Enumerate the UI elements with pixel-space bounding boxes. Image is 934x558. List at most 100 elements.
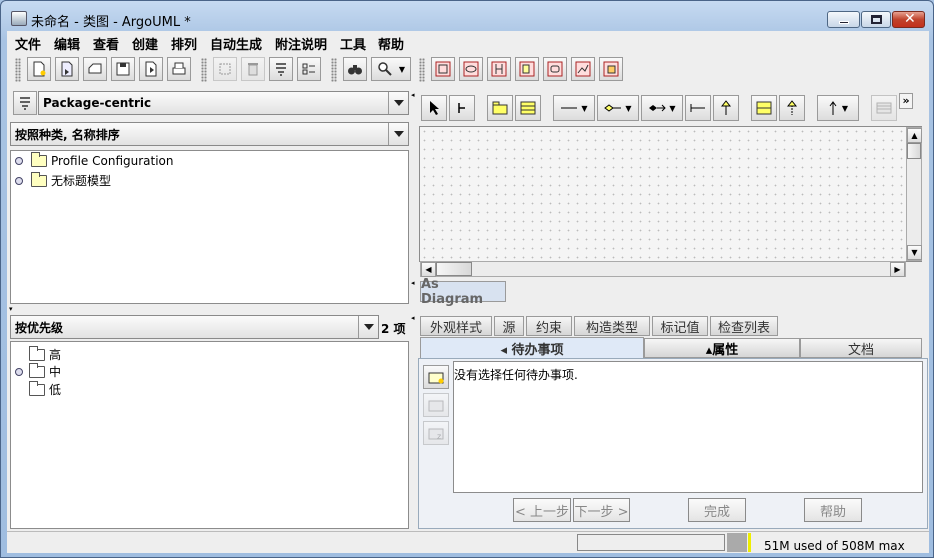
horizontal-scroll-thumb[interactable] [436, 262, 472, 276]
composition-tool-button[interactable]: ▼ [641, 95, 683, 121]
attribute-tool-button[interactable] [871, 95, 897, 121]
settings-list-button[interactable] [297, 57, 321, 81]
next-step-button[interactable]: 下一步 > [573, 498, 630, 522]
close-icon: ✕ [904, 11, 916, 27]
menu-arrange[interactable]: 排列 [171, 34, 197, 53]
delete-button[interactable] [241, 57, 265, 81]
explorer-tree: Profile Configuration 无标题模型 [10, 150, 409, 304]
tab-source[interactable]: 源 [494, 316, 524, 336]
toolbar-grip[interactable] [419, 58, 425, 82]
toolbar-grip[interactable] [331, 58, 337, 82]
realization-tool-button[interactable] [779, 95, 805, 121]
overflow-chevron-icon[interactable]: » [899, 93, 913, 109]
menu-view[interactable]: 查看 [93, 34, 119, 53]
print-button[interactable] [167, 57, 191, 81]
tab-documentation[interactable]: 文档 [800, 338, 922, 358]
association-tool-button[interactable]: ▼ [553, 95, 595, 121]
tab-stereotype[interactable]: 构造类型 [574, 316, 650, 336]
save-as-button[interactable] [111, 57, 135, 81]
tab-tagged-values[interactable]: 标记值 [652, 316, 708, 336]
package-tool-button[interactable] [487, 95, 513, 121]
toolbar-grip[interactable] [201, 58, 207, 82]
menu-help[interactable]: 帮助 [378, 34, 404, 53]
save-project-button[interactable] [83, 57, 107, 81]
explorer-config-button[interactable] [13, 91, 37, 115]
close-button[interactable]: ✕ [892, 11, 925, 28]
tree-item[interactable]: 高 [29, 345, 61, 363]
scroll-down-icon[interactable]: ▼ [907, 245, 922, 260]
menu-critique[interactable]: 附注说明 [275, 34, 327, 53]
ordering-select[interactable]: 按照种类, 名称排序 [10, 122, 409, 146]
splitter-arrow-icon[interactable]: ◂ [411, 279, 417, 287]
tab-checklist[interactable]: 检查列表 [710, 316, 778, 336]
splitter-arrow-icon[interactable]: ▾ [9, 305, 15, 313]
interface-tool-button[interactable] [751, 95, 777, 121]
tree-item[interactable]: 无标题模型 [15, 171, 112, 189]
tab-constraints[interactable]: 约束 [526, 316, 572, 336]
navigate-up-button[interactable] [269, 57, 293, 81]
new-sequence-diagram-button[interactable] [487, 57, 511, 81]
chevron-down-icon[interactable] [388, 92, 408, 114]
new-class-diagram-button[interactable] [431, 57, 455, 81]
tab-todo-items[interactable]: ◂ 待办事项 [420, 337, 644, 359]
zoom-button[interactable]: ▼ [371, 57, 411, 81]
scroll-up-icon[interactable]: ▲ [907, 128, 922, 143]
broom-tool-button[interactable] [449, 95, 475, 121]
tree-expand-icon[interactable] [15, 157, 23, 165]
minimize-button[interactable] [827, 11, 860, 28]
new-statechart-diagram-button[interactable] [543, 57, 567, 81]
tree-item[interactable]: Profile Configuration [15, 152, 174, 168]
toolbar-grip[interactable] [15, 58, 21, 82]
todo-ordering-select[interactable]: 按优先级 [10, 315, 379, 339]
chevron-down-icon[interactable] [358, 316, 378, 338]
splitter-arrow-icon[interactable]: ◂ [411, 314, 417, 322]
finish-button[interactable]: 完成 [688, 498, 746, 522]
resolve-todo-button[interactable] [423, 393, 449, 417]
diagram-canvas[interactable] [419, 126, 922, 262]
vertical-scroll-thumb[interactable] [907, 143, 921, 159]
dependency-tool-button[interactable] [685, 95, 711, 121]
new-deployment-diagram-button[interactable] [599, 57, 623, 81]
menu-file[interactable]: 文件 [15, 34, 41, 53]
tab-presentation[interactable]: 外观样式 [420, 316, 492, 336]
perspective-value: Package-centric [43, 96, 152, 110]
menu-tools[interactable]: 工具 [340, 34, 366, 53]
select-tool-button[interactable] [421, 95, 447, 121]
new-project-button[interactable] [27, 57, 51, 81]
tree-item[interactable]: 中 [15, 362, 61, 380]
tab-properties[interactable]: ▴属性 [644, 338, 800, 358]
select-icon [219, 63, 231, 75]
class-tool-button[interactable] [515, 95, 541, 121]
menu-generate[interactable]: 自动生成 [210, 34, 262, 53]
more-relations-button[interactable]: ▼ [817, 95, 859, 121]
find-button[interactable] [343, 57, 367, 81]
perspective-select[interactable]: Package-centric [38, 91, 409, 115]
horizontal-scrollbar[interactable]: ◀ ▶ [420, 261, 906, 277]
tree-expand-icon[interactable] [15, 176, 23, 185]
new-activity-diagram-button[interactable] [571, 57, 595, 81]
tree-expand-icon[interactable] [15, 367, 23, 376]
maximize-button[interactable] [861, 11, 891, 28]
menu-edit[interactable]: 编辑 [54, 34, 80, 53]
generalization-tool-button[interactable] [713, 95, 739, 121]
splitter-arrow-icon[interactable]: ◂ [411, 91, 417, 103]
chevron-down-icon[interactable] [388, 123, 408, 145]
snooze-todo-button[interactable]: z [423, 421, 449, 445]
export-button[interactable] [139, 57, 163, 81]
tab-as-diagram[interactable]: As Diagram [420, 277, 506, 307]
tree-item[interactable]: 低 [29, 380, 61, 398]
help-button[interactable]: 帮助 [804, 498, 862, 522]
vertical-scrollbar[interactable]: ▲ ▼ [906, 127, 922, 261]
new-todo-button[interactable] [423, 365, 449, 389]
select-all-button[interactable] [213, 57, 237, 81]
broom-icon [458, 103, 465, 113]
prev-step-button[interactable]: < 上一步 [513, 498, 571, 522]
open-project-button[interactable] [55, 57, 79, 81]
new-collaboration-diagram-button[interactable] [515, 57, 539, 81]
scroll-right-icon[interactable]: ▶ [890, 262, 905, 277]
tree-item-label: 无标题模型 [51, 174, 112, 188]
scroll-left-icon[interactable]: ◀ [421, 262, 436, 277]
menu-create[interactable]: 创建 [132, 34, 158, 53]
aggregation-tool-button[interactable]: ▼ [597, 95, 639, 121]
new-usecase-diagram-button[interactable] [459, 57, 483, 81]
